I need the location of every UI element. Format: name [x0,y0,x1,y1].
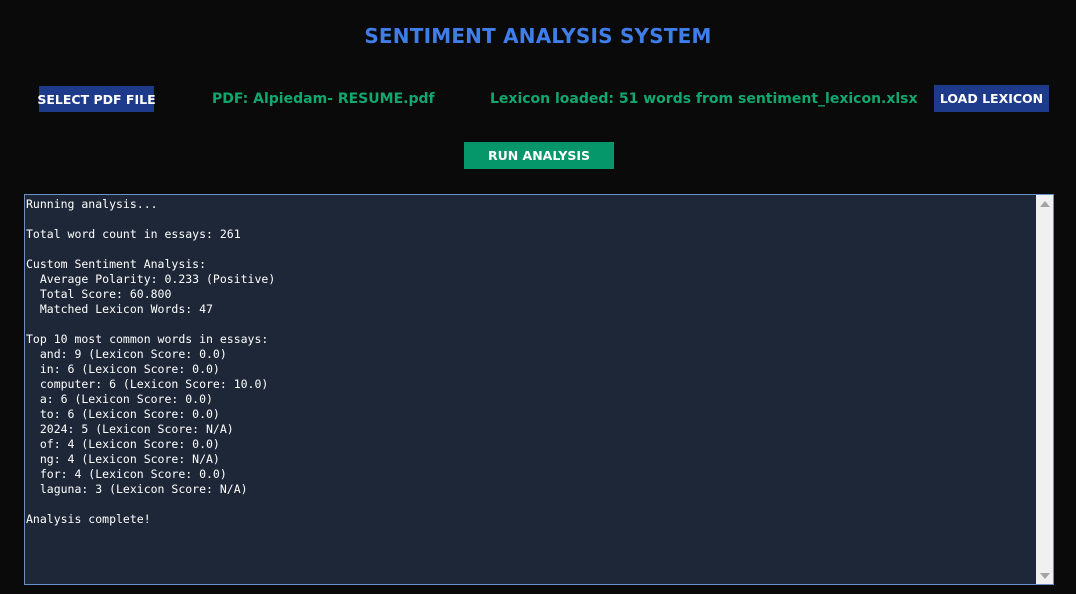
output-line: Running analysis... [26,197,158,211]
output-line: Custom Sentiment Analysis: [26,257,207,271]
output-line: 2024: 5 (Lexicon Score: N/A) [26,422,234,436]
load-lexicon-button[interactable]: LOAD LEXICON [934,85,1049,112]
lexicon-status-label: Lexicon loaded: 51 words from sentiment_… [490,91,918,107]
output-line: Analysis complete! [26,512,151,526]
output-line: laguna: 3 (Lexicon Score: N/A) [26,482,248,496]
output-line: to: 6 (Lexicon Score: 0.0) [26,407,220,421]
output-line: a: 6 (Lexicon Score: 0.0) [26,392,213,406]
output-line: Total word count in essays: 261 [26,227,241,241]
run-analysis-button[interactable]: RUN ANALYSIS [464,142,614,169]
output-line: in: 6 (Lexicon Score: 0.0) [26,362,220,376]
app-title: SENTIMENT ANALYSIS SYSTEM [364,24,712,48]
output-line: Top 10 most common words in essays: [26,332,269,346]
output-line: for: 4 (Lexicon Score: 0.0) [26,467,227,481]
output-line: of: 4 (Lexicon Score: 0.0) [26,437,220,451]
analysis-output-textbox[interactable]: Running analysis... Total word count in … [24,194,1054,585]
scroll-up-arrow-icon[interactable] [1036,195,1053,212]
select-pdf-file-button[interactable]: SELECT PDF FILE [37,86,156,112]
scroll-down-arrow-icon[interactable] [1036,567,1053,584]
vertical-scrollbar[interactable] [1036,195,1053,584]
analysis-output-text: Running analysis... Total word count in … [26,197,1034,527]
output-line: Average Polarity: 0.233 (Positive) [26,272,276,286]
pdf-status-label: PDF: Alpiedam- RESUME.pdf [212,91,435,107]
output-line: Total Score: 60.800 [26,287,172,301]
output-line: ng: 4 (Lexicon Score: N/A) [26,452,220,466]
output-line: Matched Lexicon Words: 47 [26,302,213,316]
output-line: and: 9 (Lexicon Score: 0.0) [26,347,227,361]
output-line: computer: 6 (Lexicon Score: 10.0) [26,377,269,391]
